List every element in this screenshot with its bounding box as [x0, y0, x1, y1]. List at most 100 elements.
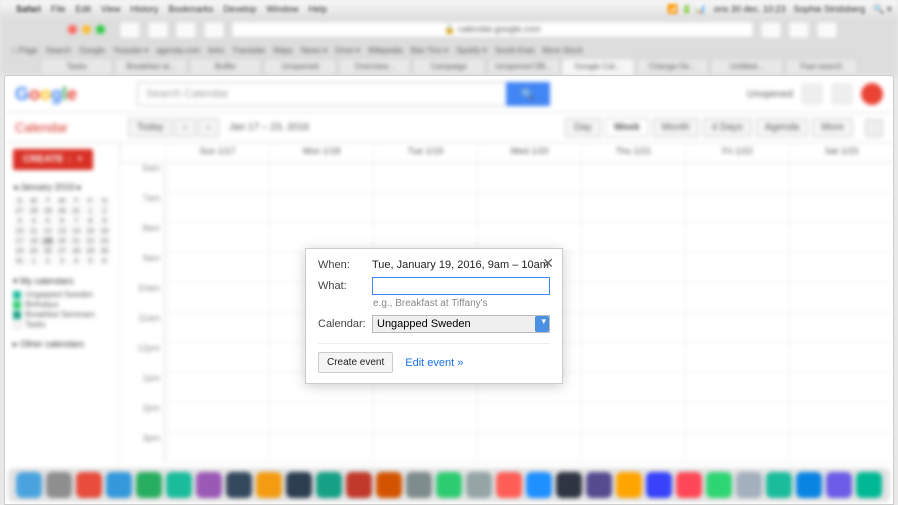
browser-tab[interactable]: Tasks [40, 58, 113, 75]
downloads-button[interactable] [788, 21, 810, 39]
view-agenda-button[interactable]: Agenda [756, 118, 808, 137]
edit-event-link[interactable]: Edit event » [405, 357, 463, 369]
bookmark-item[interactable]: agenda.com [156, 46, 200, 55]
dock-app-icon[interactable] [346, 472, 372, 498]
tabs-button[interactable] [816, 21, 838, 39]
calendar-select[interactable]: Ungapped Sweden [372, 315, 550, 333]
google-logo[interactable]: Google [15, 84, 77, 105]
browser-tab[interactable]: Fast search [785, 58, 858, 75]
dock-app-icon[interactable] [166, 472, 192, 498]
bookmark-item[interactable]: More Stock [542, 46, 582, 55]
dock-app-icon[interactable] [46, 472, 72, 498]
dock-app-icon[interactable] [796, 472, 822, 498]
prev-week-button[interactable]: ‹ [174, 118, 195, 137]
browser-tab-active[interactable]: Google Cal... [561, 58, 634, 75]
dock-app-icon[interactable] [616, 472, 642, 498]
dock-app-icon[interactable] [316, 472, 342, 498]
browser-tab[interactable]: Unopened DB... [487, 58, 560, 75]
dock-app-icon[interactable] [646, 472, 672, 498]
dock-app-icon[interactable] [556, 472, 582, 498]
search-input[interactable]: Search Calendar [137, 82, 507, 106]
dock-app-icon[interactable] [736, 472, 762, 498]
browser-tab[interactable]: Untitled... [710, 58, 783, 75]
address-bar[interactable]: 🔒 calendar.google.com [231, 21, 754, 38]
create-button[interactable]: CREATE▼ [13, 149, 93, 170]
notifications-icon[interactable] [831, 83, 853, 105]
reader-button[interactable] [760, 21, 782, 39]
calendar-list-item[interactable]: Breakfast Seminars [13, 310, 111, 319]
browser-tab[interactable]: Overview... [338, 58, 411, 75]
dock-app-icon[interactable] [16, 472, 42, 498]
create-event-button[interactable]: Create event [318, 352, 393, 373]
dock-app-icon[interactable] [406, 472, 432, 498]
menubar-item[interactable]: File [51, 4, 66, 14]
forward-button[interactable] [147, 21, 169, 39]
bookmark-item[interactable]: Translate [232, 46, 265, 55]
apps-grid-icon[interactable] [801, 83, 823, 105]
browser-tab[interactable]: Change De... [636, 58, 709, 75]
minimize-window-icon[interactable] [82, 25, 91, 34]
dock-app-icon[interactable] [466, 472, 492, 498]
dock-app-icon[interactable] [286, 472, 312, 498]
bookmark-item[interactable]: Drive ▾ [335, 46, 360, 55]
today-button[interactable]: Today [128, 118, 173, 137]
dock-app-icon[interactable] [766, 472, 792, 498]
share-button[interactable] [175, 21, 197, 39]
my-calendars-title[interactable]: ▾ My calendars [13, 276, 111, 287]
menubar-item[interactable]: View [101, 4, 120, 14]
dock-app-icon[interactable] [436, 472, 462, 498]
macos-dock[interactable] [8, 468, 890, 502]
calendar-list-item[interactable]: Ungapped Sweden [13, 290, 111, 299]
bookmark-item[interactable]: Spotify ▾ [456, 46, 487, 55]
bookmark-item[interactable]: Maps [273, 46, 293, 55]
view-more-button[interactable]: More [812, 118, 853, 137]
browser-tab[interactable]: Buffer [189, 58, 262, 75]
bookmark-item[interactable]: South-East [495, 46, 535, 55]
next-week-button[interactable]: › [198, 118, 219, 137]
bookmark-item[interactable]: Google [79, 46, 105, 55]
view-week-button[interactable]: Week [605, 118, 649, 137]
dock-app-icon[interactable] [526, 472, 552, 498]
chevron-down-icon[interactable]: ▼ [69, 156, 83, 163]
bookmark-item[interactable]: Wikipedia [368, 46, 403, 55]
calendar-list-item[interactable]: Birthdays [13, 300, 111, 309]
dock-app-icon[interactable] [586, 472, 612, 498]
bookmark-item[interactable]: Ban Tins ▾ [411, 46, 448, 55]
close-window-icon[interactable] [68, 25, 77, 34]
bookmark-item[interactable]: Youtube ▾ [113, 46, 148, 55]
browser-tab[interactable]: Unopened [263, 58, 336, 75]
dock-app-icon[interactable] [76, 472, 102, 498]
dock-app-icon[interactable] [706, 472, 732, 498]
other-calendars-title[interactable]: ▸ Other calendars [13, 339, 111, 350]
avatar[interactable] [861, 83, 883, 105]
close-popup-button[interactable]: ✕ [542, 255, 554, 272]
bookmark-item[interactable]: Search [46, 46, 71, 55]
bookmark-item[interactable]: News ▾ [301, 46, 327, 55]
what-input[interactable] [372, 277, 550, 295]
dock-app-icon[interactable] [226, 472, 252, 498]
menubar-item[interactable]: Window [266, 4, 298, 14]
browser-tab[interactable]: Campaign [412, 58, 485, 75]
menubar-item[interactable]: Develop [223, 4, 256, 14]
back-button[interactable] [119, 21, 141, 39]
mini-month-picker[interactable]: SMTWTFS 272829303112 3456789 10111213141… [13, 197, 111, 266]
dock-app-icon[interactable] [856, 472, 882, 498]
dock-app-icon[interactable] [136, 472, 162, 498]
calendar-list-item[interactable]: Tasks [13, 320, 111, 329]
settings-gear-icon[interactable] [865, 119, 883, 137]
menubar-item[interactable]: Bookmarks [168, 4, 213, 14]
view-4days-button[interactable]: 4 Days [703, 118, 752, 137]
menubar-item[interactable]: History [130, 4, 158, 14]
maximize-window-icon[interactable] [96, 25, 105, 34]
dock-app-icon[interactable] [256, 472, 282, 498]
dock-app-icon[interactable] [376, 472, 402, 498]
browser-tab[interactable]: Breakfast at... [114, 58, 187, 75]
dock-app-icon[interactable] [676, 472, 702, 498]
menubar-item[interactable]: Help [308, 4, 327, 14]
bookmark-item[interactable]: □ Page [12, 46, 38, 55]
dock-app-icon[interactable] [496, 472, 522, 498]
search-button[interactable] [506, 82, 550, 106]
dock-app-icon[interactable] [196, 472, 222, 498]
top-sites-button[interactable] [203, 21, 225, 39]
dock-app-icon[interactable] [826, 472, 852, 498]
